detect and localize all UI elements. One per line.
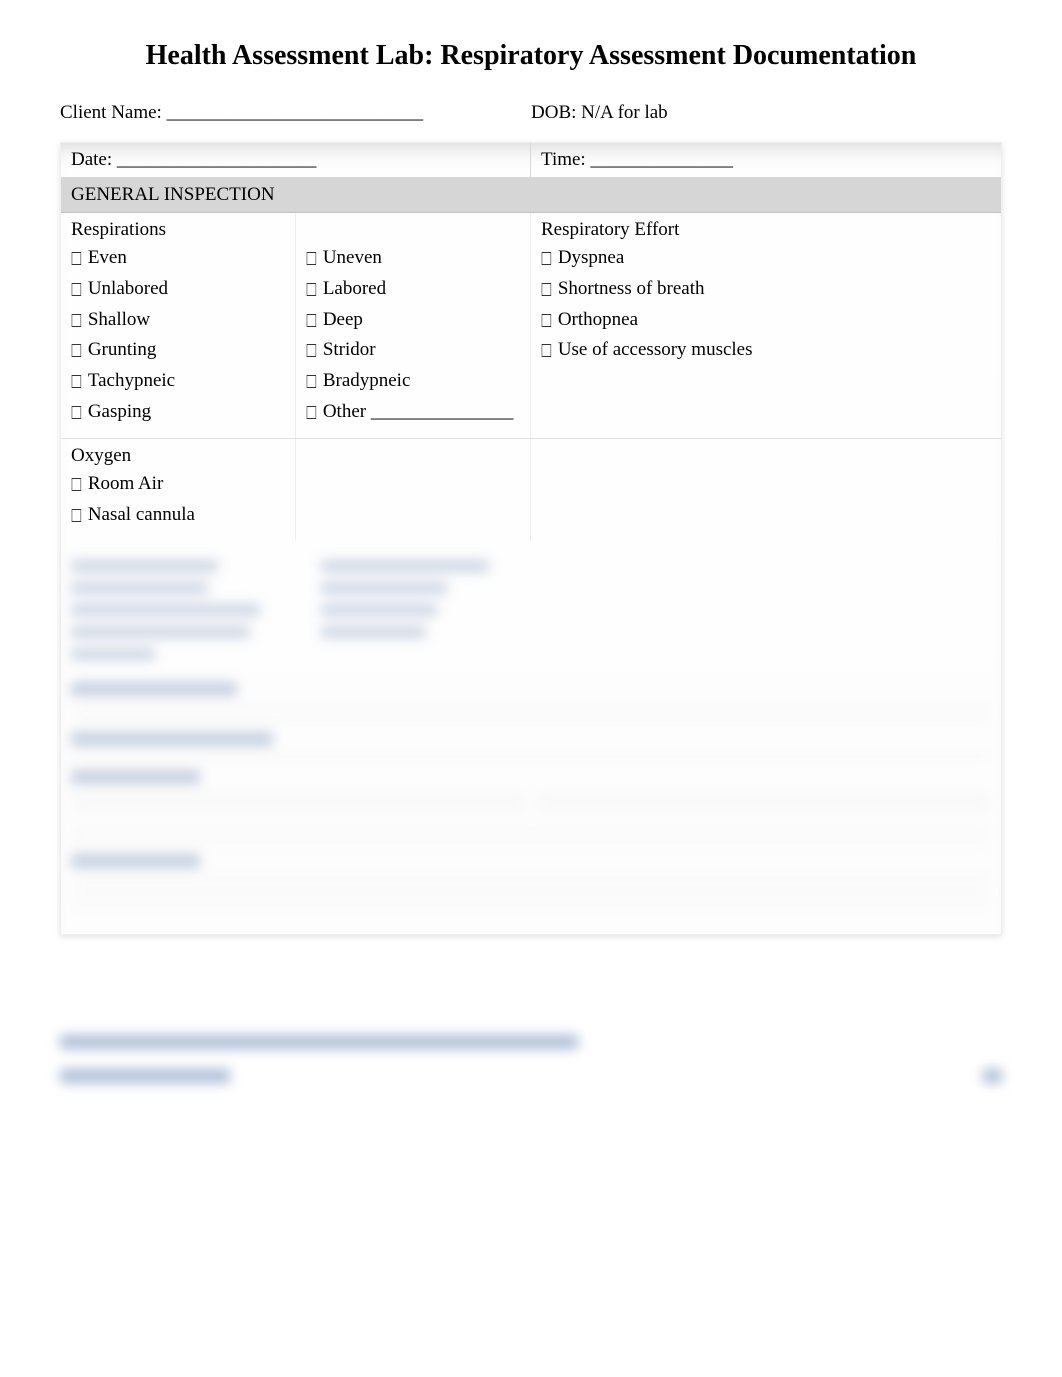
checkbox-icon: ⎕ xyxy=(541,276,552,305)
checkbox-orthopnea[interactable]: ⎕ Orthopnea xyxy=(541,305,991,336)
checkbox-icon: ⎕ xyxy=(306,307,317,336)
oxygen-col-b xyxy=(296,439,531,541)
checkbox-uneven[interactable]: ⎕ Uneven xyxy=(306,243,520,274)
oxygen-heading: Oxygen xyxy=(71,445,285,467)
checkbox-accessory-muscles[interactable]: ⎕ Use of accessory muscles xyxy=(541,335,991,366)
checkbox-deep[interactable]: ⎕ Deep xyxy=(306,305,520,336)
dob-field: DOB: N/A for lab xyxy=(531,102,1002,124)
checkbox-icon: ⎕ xyxy=(71,502,82,531)
checkbox-label: Stridor xyxy=(323,339,376,360)
checkbox-icon: ⎕ xyxy=(541,337,552,366)
respiratory-effort-col: Respiratory Effort ⎕ Dyspnea ⎕ Shortness o… xyxy=(531,213,1001,438)
checkbox-nasal-cannula[interactable]: ⎕ Nasal cannula xyxy=(71,500,285,531)
time-field[interactable]: Time: _______________ xyxy=(531,143,1001,177)
general-inspection-header: GENERAL INSPECTION xyxy=(61,178,1001,213)
checkbox-label: Shortness of breath xyxy=(558,278,705,299)
checkbox-label: Grunting xyxy=(88,339,157,360)
checkbox-label: Unlabored xyxy=(88,278,168,299)
checkbox-gasping[interactable]: ⎕ Gasping xyxy=(71,397,285,428)
checkbox-label: Dyspnea xyxy=(558,247,624,268)
checkbox-icon: ⎕ xyxy=(71,471,82,500)
client-info-row: Client Name: ___________________________… xyxy=(60,102,1002,124)
checkbox-dyspnea[interactable]: ⎕ Dyspnea xyxy=(541,243,991,274)
checkbox-icon: ⎕ xyxy=(541,245,552,274)
oxygen-col: Oxygen ⎕ Room Air ⎕ Nasal cannula xyxy=(61,439,296,541)
checkbox-bradypneic[interactable]: ⎕ Bradypneic xyxy=(306,366,520,397)
respirations-col-b: ⎕ Uneven ⎕ Labored ⎕ Deep ⎕ Stridor ⎕ Bradypn… xyxy=(296,213,531,438)
form-panel: Date: _____________________ Time: ______… xyxy=(60,142,1002,935)
checkbox-icon: ⎕ xyxy=(71,337,82,366)
checkbox-shortness-of-breath[interactable]: ⎕ Shortness of breath xyxy=(541,274,991,305)
checkbox-label: Tachypneic xyxy=(88,370,175,391)
obscured-footer xyxy=(60,1035,1002,1093)
checkbox-even[interactable]: ⎕ Even xyxy=(71,243,285,274)
checkbox-icon: ⎕ xyxy=(541,307,552,336)
date-time-row: Date: _____________________ Time: ______… xyxy=(61,143,1001,178)
checkbox-label: Bradypneic xyxy=(323,370,411,391)
checkbox-icon: ⎕ xyxy=(71,276,82,305)
checkbox-icon: ⎕ xyxy=(306,245,317,274)
checkbox-other[interactable]: ⎕ Other _______________ xyxy=(306,397,520,428)
checkbox-icon: ⎕ xyxy=(71,399,82,428)
date-field[interactable]: Date: _____________________ xyxy=(61,143,531,177)
checkbox-label: Other _______________ xyxy=(323,401,514,422)
checkbox-icon: ⎕ xyxy=(71,368,82,397)
checkbox-icon: ⎕ xyxy=(71,307,82,336)
checkbox-shallow[interactable]: ⎕ Shallow xyxy=(71,305,285,336)
oxygen-row: Oxygen ⎕ Room Air ⎕ Nasal cannula xyxy=(61,439,1001,541)
checkbox-stridor[interactable]: ⎕ Stridor xyxy=(306,335,520,366)
checkbox-label: Even xyxy=(88,247,127,268)
checkbox-label: Room Air xyxy=(88,473,163,494)
checkbox-label: Gasping xyxy=(88,401,151,422)
checkbox-label: Orthopnea xyxy=(558,309,638,330)
checkbox-label: Deep xyxy=(323,309,363,330)
checkbox-icon: ⎕ xyxy=(306,368,317,397)
checkbox-icon: ⎕ xyxy=(71,245,82,274)
oxygen-col-c xyxy=(531,439,1001,541)
client-name-field[interactable]: Client Name: ___________________________ xyxy=(60,102,531,124)
checkbox-label: Nasal cannula xyxy=(88,504,195,525)
checkbox-unlabored[interactable]: ⎕ Unlabored xyxy=(71,274,285,305)
checkbox-icon: ⎕ xyxy=(306,276,317,305)
checkbox-label: Uneven xyxy=(323,247,382,268)
respirations-col-a: Respirations ⎕ Even ⎕ Unlabored ⎕ Shallow ⎕… xyxy=(61,213,296,438)
checkbox-label: Shallow xyxy=(88,309,150,330)
checkbox-label: Labored xyxy=(323,278,386,299)
spacer xyxy=(306,219,520,241)
checkbox-tachypneic[interactable]: ⎕ Tachypneic xyxy=(71,366,285,397)
checkbox-grunting[interactable]: ⎕ Grunting xyxy=(71,335,285,366)
checkbox-icon: ⎕ xyxy=(306,337,317,366)
checkbox-room-air[interactable]: ⎕ Room Air xyxy=(71,469,285,500)
respirations-heading: Respirations xyxy=(71,219,285,241)
respiratory-effort-heading: Respiratory Effort xyxy=(541,219,991,241)
checkbox-label: Use of accessory muscles xyxy=(558,339,753,360)
page-title: Health Assessment Lab: Respiratory Asses… xyxy=(60,40,1002,72)
respirations-effort-row: Respirations ⎕ Even ⎕ Unlabored ⎕ Shallow ⎕… xyxy=(61,213,1001,439)
checkbox-icon: ⎕ xyxy=(306,399,317,428)
obscured-content xyxy=(61,540,1001,934)
checkbox-labored[interactable]: ⎕ Labored xyxy=(306,274,520,305)
